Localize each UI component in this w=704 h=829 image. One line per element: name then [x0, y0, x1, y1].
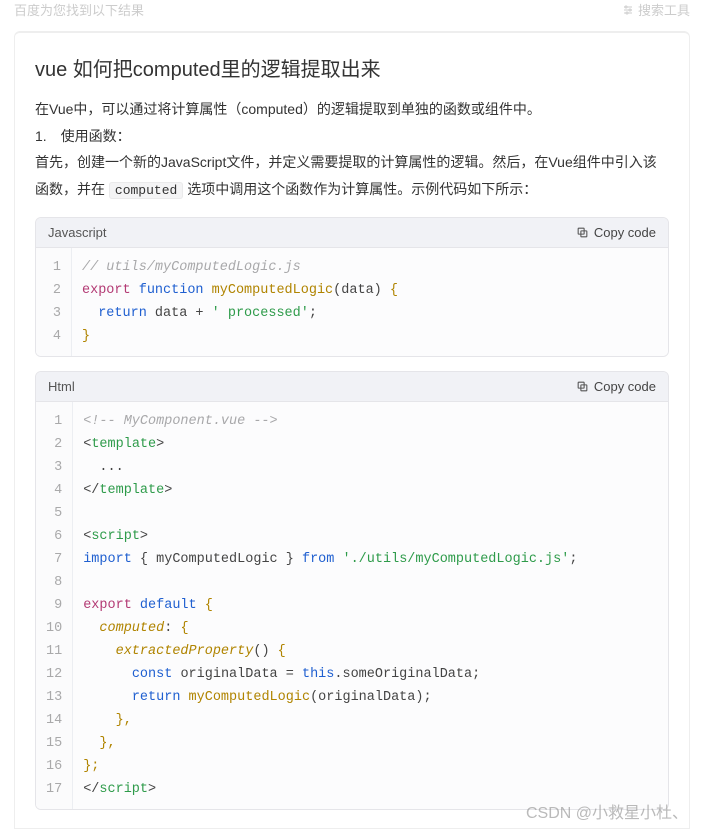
code-header: Javascript Copy code: [36, 218, 668, 248]
search-tools-label: 搜索工具: [638, 0, 690, 19]
inline-code-computed: computed: [109, 182, 183, 199]
top-bar: 百度为您找到以下结果 搜索工具: [0, 0, 704, 25]
copy-label: Copy code: [594, 379, 656, 394]
code-header: Html Copy code: [36, 372, 668, 402]
code-body: 1234 // utils/myComputedLogic.js export …: [36, 248, 668, 356]
code-body: 1234567891011121314151617 <!-- MyCompone…: [36, 402, 668, 809]
line-gutter: 1234567891011121314151617: [36, 402, 73, 809]
results-hint: 百度为您找到以下结果: [14, 0, 144, 19]
copy-label: Copy code: [594, 225, 656, 240]
copy-icon: [576, 226, 589, 239]
paragraph-step1: 1. 使用函数：: [35, 123, 669, 150]
page-title: vue 如何把computed里的逻辑提取出来: [35, 53, 669, 82]
paragraph-desc: 首先，创建一个新的JavaScript文件，并定义需要提取的计算属性的逻辑。然后…: [35, 149, 669, 203]
code-lang-label: Html: [48, 379, 75, 394]
copy-button[interactable]: Copy code: [576, 379, 656, 394]
copy-icon: [576, 380, 589, 393]
copy-button[interactable]: Copy code: [576, 225, 656, 240]
code-block-js: Javascript Copy code 1234 // utils/myCom…: [35, 217, 669, 357]
search-tools[interactable]: 搜索工具: [622, 0, 690, 19]
text: 选项中调用这个函数作为计算属性。示例代码如下所示：: [183, 181, 537, 197]
code-block-html: Html Copy code 1234567891011121314151617…: [35, 371, 669, 810]
code-lines: // utils/myComputedLogic.js export funct…: [72, 248, 668, 356]
code-lang-label: Javascript: [48, 225, 107, 240]
code-lines: <!-- MyComponent.vue --> <template> ... …: [73, 402, 668, 809]
paragraph-intro: 在Vue中，可以通过将计算属性（computed）的逻辑提取到单独的函数或组件中…: [35, 96, 669, 123]
answer-card: vue 如何把computed里的逻辑提取出来 在Vue中，可以通过将计算属性（…: [14, 31, 690, 829]
line-gutter: 1234: [36, 248, 72, 356]
sliders-icon: [622, 4, 634, 16]
